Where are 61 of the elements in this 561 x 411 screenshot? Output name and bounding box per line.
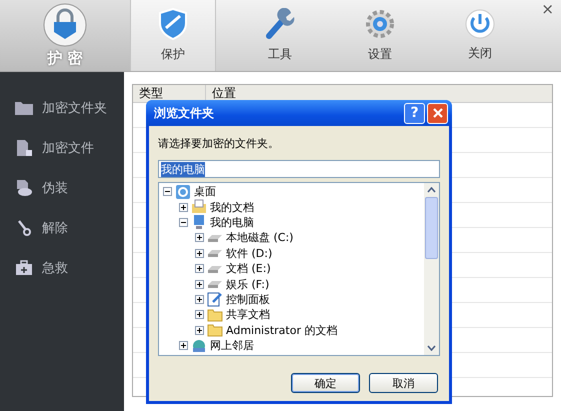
documents-folder-icon — [191, 199, 207, 216]
scroll-down-icon — [427, 345, 436, 351]
close-button[interactable]: × — [538, 2, 557, 17]
folder-name-field[interactable]: 我的电脑 — [158, 160, 440, 178]
tree-item[interactable]: 软件 (D:) — [226, 246, 272, 261]
tree-item[interactable]: 娱乐 (F:) — [226, 276, 270, 292]
network-icon — [191, 338, 207, 354]
toolbar-tab[interactable]: 设置 — [330, 0, 430, 71]
help-button[interactable]: ? — [404, 102, 425, 124]
folder-icon — [14, 100, 34, 116]
wrench-icon — [264, 8, 296, 40]
dialog-title: 浏览文件夹 — [154, 104, 215, 122]
sidebar-item[interactable]: 加密文件 — [0, 138, 124, 158]
app-name: 护 密 — [47, 49, 83, 68]
power-icon — [465, 9, 495, 39]
file-lock-icon — [14, 139, 34, 157]
sidebar-item[interactable]: 急救 — [0, 258, 124, 278]
expander-toggle[interactable] — [195, 248, 204, 258]
shield-icon — [158, 8, 188, 40]
column-header[interactable]: 位置 — [206, 85, 242, 102]
dialog-button[interactable]: 取消 — [369, 373, 438, 393]
tree-item[interactable]: 我的文档 — [210, 200, 254, 215]
expander-toggle[interactable] — [195, 280, 204, 289]
expander-toggle[interactable] — [179, 341, 188, 350]
sidebar-item[interactable]: 解除 — [0, 218, 124, 238]
tree-item[interactable]: 控制面板 — [226, 292, 270, 307]
control-panel-icon — [207, 291, 223, 308]
folder-icon — [207, 306, 223, 323]
toolbar-tab[interactable]: 保护 — [130, 0, 216, 71]
close-button[interactable] — [427, 102, 448, 124]
expander-toggle[interactable] — [195, 294, 204, 304]
computer-icon — [191, 214, 207, 230]
expander-toggle[interactable] — [179, 218, 188, 227]
scroll-thumb[interactable] — [425, 197, 438, 259]
tree-item[interactable]: 文档 (E:) — [226, 261, 271, 276]
mask-file-icon — [14, 179, 34, 197]
tree-item[interactable]: 桌面 — [194, 184, 216, 200]
tree-item[interactable]: 我的电脑 — [210, 214, 254, 230]
gear-icon — [364, 8, 396, 40]
toolbox-icon — [14, 260, 34, 276]
sidebar-item[interactable]: 伪装 — [0, 178, 124, 198]
dialog-prompt: 请选择要加密的文件夹。 — [158, 136, 280, 152]
scrollbar[interactable] — [424, 183, 439, 355]
sidebar-item[interactable]: 加密文件夹 — [0, 98, 124, 118]
toolbar-tab[interactable]: 关闭 — [430, 0, 530, 71]
folder-icon — [207, 322, 223, 338]
tree-item[interactable]: 本地磁盘 (C:) — [226, 230, 294, 246]
tree-item[interactable]: 网上邻居 — [210, 338, 254, 354]
tree-item[interactable]: Administrator 的文档 — [226, 322, 338, 338]
toolbar-tab[interactable]: 工具 — [230, 0, 330, 71]
close-icon — [432, 108, 442, 118]
tree-item[interactable]: 共享文档 — [226, 307, 270, 322]
expander-toggle[interactable] — [195, 326, 204, 335]
expander-toggle[interactable] — [195, 264, 204, 274]
expander-toggle[interactable] — [195, 310, 204, 320]
expander-toggle[interactable] — [163, 187, 172, 196]
dialog-button[interactable]: 确定 — [291, 373, 360, 393]
expander-toggle[interactable] — [195, 233, 204, 242]
expander-toggle[interactable] — [179, 202, 188, 212]
scroll-up-icon — [427, 187, 436, 193]
lock-logo-icon — [43, 3, 87, 47]
